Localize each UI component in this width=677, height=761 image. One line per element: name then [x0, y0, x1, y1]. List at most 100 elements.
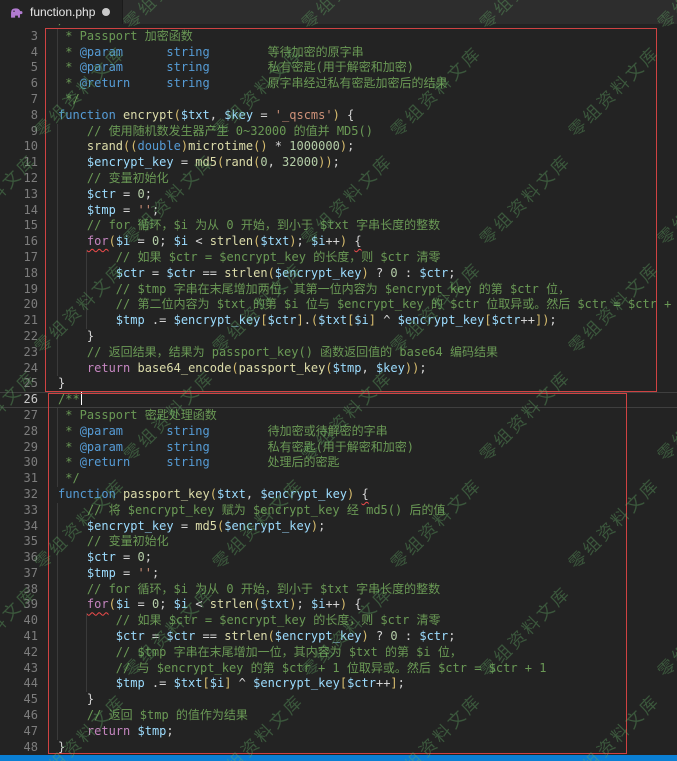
- line-number[interactable]: 37: [0, 566, 38, 582]
- code-line[interactable]: 16 for($i = 0; $i < strlen($txt); $i++) …: [0, 234, 677, 250]
- code-line[interactable]: 34 $encrypt_key = md5($encrypt_key);: [0, 519, 677, 535]
- code-line[interactable]: 4 * @param string 等待加密的原字串: [0, 45, 677, 61]
- code-line[interactable]: 32function passport_key($txt, $encrypt_k…: [0, 487, 677, 503]
- code-line[interactable]: 19 // $tmp 字串在末尾增加两位，其第一位内容为 $encrypt_ke…: [0, 282, 677, 298]
- line-number[interactable]: 33: [0, 503, 38, 519]
- line-number[interactable]: 11: [0, 155, 38, 171]
- code-line[interactable]: 31 */: [0, 471, 677, 487]
- line-number[interactable]: 6: [0, 76, 38, 92]
- line-number[interactable]: 45: [0, 692, 38, 708]
- line-number[interactable]: 19: [0, 282, 38, 298]
- code-line[interactable]: 25}: [0, 376, 677, 392]
- code-line[interactable]: 23 // 返回结果，结果为 passport_key() 函数返回值的 bas…: [0, 345, 677, 361]
- code-line[interactable]: 7 */: [0, 92, 677, 108]
- token: [58, 676, 116, 690]
- code-line[interactable]: 30 * @return string 处理后的密匙: [0, 455, 677, 471]
- code-line[interactable]: 44 $tmp .= $txt[$i] ^ $encrypt_key[$ctr+…: [0, 676, 677, 692]
- code-line[interactable]: 17 // 如果 $ctr = $encrypt_key 的长度，则 $ctr …: [0, 250, 677, 266]
- line-number[interactable]: 7: [0, 92, 38, 108]
- code-line[interactable]: 27 * Passport 密匙处理函数: [0, 408, 677, 424]
- line-number[interactable]: 30: [0, 455, 38, 471]
- code-line[interactable]: 46 // 返回 $tmp 的值作为结果: [0, 708, 677, 724]
- line-number[interactable]: 34: [0, 519, 38, 535]
- line-number[interactable]: 8: [0, 108, 38, 124]
- line-number[interactable]: 20: [0, 297, 38, 313]
- line-number[interactable]: 26: [0, 392, 38, 408]
- line-number[interactable]: 27: [0, 408, 38, 424]
- line-number[interactable]: 36: [0, 550, 38, 566]
- code-line[interactable]: 12 // 变量初始化: [0, 171, 677, 187]
- code-line[interactable]: 24 return base64_encode(passport_key($tm…: [0, 361, 677, 377]
- code-line[interactable]: 13 $ctr = 0;: [0, 187, 677, 203]
- code-line[interactable]: 35 // 变量初始化: [0, 534, 677, 550]
- line-number[interactable]: 16: [0, 234, 38, 250]
- line-number[interactable]: 24: [0, 361, 38, 377]
- code-line[interactable]: 21 $tmp .= $encrypt_key[$ctr].($txt[$i] …: [0, 313, 677, 329]
- code-line[interactable]: 20 // 第二位内容为 $txt 的第 $i 位与 $encrypt_key …: [0, 297, 677, 313]
- line-number[interactable]: 13: [0, 187, 38, 203]
- code-text: return $tmp;: [58, 724, 174, 740]
- code-line[interactable]: 18 $ctr = $ctr == strlen($encrypt_key) ?…: [0, 266, 677, 282]
- tab-function-php[interactable]: function.php: [0, 0, 123, 24]
- line-number[interactable]: 25: [0, 376, 38, 392]
- code-line[interactable]: 48}: [0, 740, 677, 755]
- token: */: [58, 471, 80, 485]
- line-number[interactable]: 3: [0, 29, 38, 45]
- code-line[interactable]: 29 * @param string 私有密匙(用于解密和加密): [0, 440, 677, 456]
- line-number[interactable]: 47: [0, 724, 38, 740]
- code-line[interactable]: 28 * @param string 待加密或待解密的字串: [0, 424, 677, 440]
- code-line[interactable]: 26/**: [0, 392, 677, 408]
- code-line[interactable]: 38 // for 循环，$i 为从 0 开始，到小于 $txt 字串长度的整数: [0, 582, 677, 598]
- line-number[interactable]: 10: [0, 139, 38, 155]
- code-line[interactable]: 14 $tmp = '';: [0, 203, 677, 219]
- line-number[interactable]: 44: [0, 676, 38, 692]
- code-line[interactable]: 6 * @return string 原字串经过私有密匙加密后的结果: [0, 76, 677, 92]
- token: ): [362, 266, 369, 280]
- line-number[interactable]: 22: [0, 329, 38, 345]
- line-number[interactable]: 21: [0, 313, 38, 329]
- line-number[interactable]: 46: [0, 708, 38, 724]
- code-line[interactable]: 40 // 如果 $ctr = $encrypt_key 的长度，则 $ctr …: [0, 613, 677, 629]
- line-number[interactable]: 48: [0, 740, 38, 755]
- token: =: [116, 203, 138, 217]
- line-number[interactable]: 15: [0, 218, 38, 234]
- line-number[interactable]: 35: [0, 534, 38, 550]
- code-line[interactable]: 5 * @param string 私有密匙(用于解密和加密): [0, 60, 677, 76]
- line-number[interactable]: 41: [0, 629, 38, 645]
- code-line[interactable]: 11 $encrypt_key = md5(rand(0, 32000));: [0, 155, 677, 171]
- code-line[interactable]: 45 }: [0, 692, 677, 708]
- line-number[interactable]: 42: [0, 645, 38, 661]
- line-number[interactable]: 23: [0, 345, 38, 361]
- line-number[interactable]: 14: [0, 203, 38, 219]
- line-number[interactable]: 9: [0, 124, 38, 140]
- code-editor[interactable]: 2/**3 * Passport 加密函数4 * @param string 等…: [0, 24, 677, 755]
- code-line[interactable]: 36 $ctr = 0;: [0, 550, 677, 566]
- line-number[interactable]: 39: [0, 597, 38, 613]
- code-line[interactable]: 3 * Passport 加密函数: [0, 29, 677, 45]
- code-line[interactable]: 47 return $tmp;: [0, 724, 677, 740]
- code-line[interactable]: 9 // 使用随机数发生器产生 0~32000 的值并 MD5(): [0, 124, 677, 140]
- line-number[interactable]: 28: [0, 424, 38, 440]
- line-number[interactable]: 4: [0, 45, 38, 61]
- code-line[interactable]: 42 // $tmp 字串在末尾增加一位，其内容为 $txt 的第 $i 位，: [0, 645, 677, 661]
- unsaved-changes-dot[interactable]: [102, 8, 110, 16]
- line-number[interactable]: 17: [0, 250, 38, 266]
- code-line[interactable]: 10 srand((double)microtime() * 1000000);: [0, 139, 677, 155]
- line-number[interactable]: 32: [0, 487, 38, 503]
- code-line[interactable]: 22 }: [0, 329, 677, 345]
- line-number[interactable]: 12: [0, 171, 38, 187]
- code-line[interactable]: 39 for($i = 0; $i < strlen($txt); $i++) …: [0, 597, 677, 613]
- line-number[interactable]: 40: [0, 613, 38, 629]
- code-line[interactable]: 37 $tmp = '';: [0, 566, 677, 582]
- line-number[interactable]: 38: [0, 582, 38, 598]
- code-line[interactable]: 15 // for 循环，$i 为从 0 开始，到小于 $txt 字串长度的整数: [0, 218, 677, 234]
- line-number[interactable]: 29: [0, 440, 38, 456]
- line-number[interactable]: 18: [0, 266, 38, 282]
- line-number[interactable]: 31: [0, 471, 38, 487]
- line-number[interactable]: 43: [0, 661, 38, 677]
- code-line[interactable]: 8function encrypt($txt, $key = '_qscms')…: [0, 108, 677, 124]
- code-line[interactable]: 41 $ctr = $ctr == strlen($encrypt_key) ?…: [0, 629, 677, 645]
- line-number[interactable]: 5: [0, 60, 38, 76]
- code-line[interactable]: 33 // 将 $encrypt_key 赋为 $encrypt_key 经 m…: [0, 503, 677, 519]
- code-line[interactable]: 43 // 与 $encrypt_key 的第 $ctr + 1 位取异或。然后…: [0, 661, 677, 677]
